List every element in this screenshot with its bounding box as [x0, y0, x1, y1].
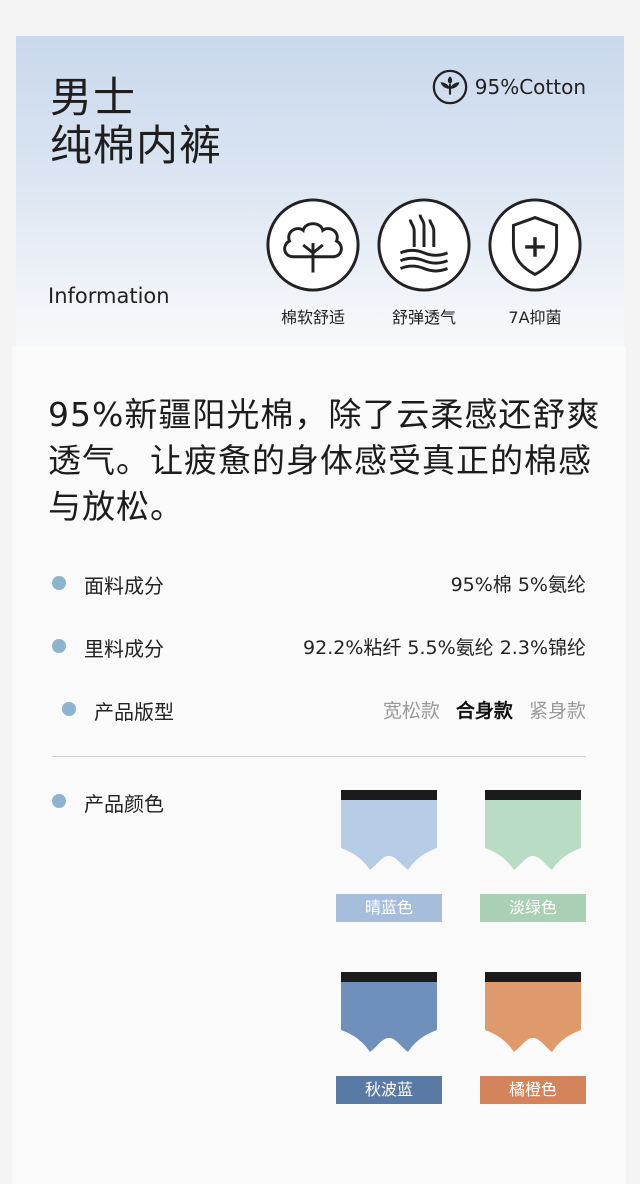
underwear-image	[341, 972, 437, 1052]
color-swatch-orange[interactable]: 橘橙色	[480, 968, 586, 1104]
feature-label: 7A抑菌	[508, 308, 562, 327]
cotton-badge-text: 95%Cotton	[474, 75, 586, 99]
section-divider	[52, 756, 586, 757]
information-label: Information	[48, 284, 170, 308]
title-line-1: 男士	[50, 73, 137, 122]
spec-row-fabric: 面料成分 95%棉 5%氨纶	[52, 570, 586, 600]
fit-options: 宽松款 合身款 紧身款	[373, 696, 586, 723]
shield-plus-icon	[488, 198, 582, 292]
spec-label: 面料成分	[84, 574, 164, 598]
bullet-dot	[52, 794, 66, 808]
underwear-body	[485, 978, 581, 1052]
fit-option-loose[interactable]: 宽松款	[383, 700, 440, 722]
color-swatch-sky-blue[interactable]: 晴蓝色	[336, 786, 442, 922]
spec-value: 95%棉 5%氨纶	[450, 574, 586, 596]
color-swatch-autumn-blue[interactable]: 秋波蓝	[336, 968, 442, 1104]
page-title: 男士 纯棉内裤	[50, 74, 222, 170]
feature-antibacterial: 7A抑菌	[486, 196, 584, 328]
cotton-badge: 95%Cotton	[431, 68, 586, 106]
underwear-image	[341, 790, 437, 870]
waistband	[485, 790, 581, 800]
colors-label: 产品颜色	[84, 792, 164, 816]
spec-label: 里料成分	[84, 637, 164, 661]
underwear-body	[485, 796, 581, 870]
underwear-body	[341, 796, 437, 870]
color-tag: 淡绿色	[480, 894, 586, 922]
fit-option-regular[interactable]: 合身款	[456, 700, 513, 722]
spec-row-fit: 产品版型 宽松款 合身款 紧身款	[52, 696, 586, 726]
color-swatch-light-green[interactable]: 淡绿色	[480, 786, 586, 922]
lead-text: 95%新疆阳光棉，除了云柔感还舒爽透气。让疲惫的身体感受真正的棉感与放松。	[48, 395, 601, 526]
waistband	[341, 972, 437, 982]
waistband	[485, 972, 581, 982]
cotton-flower-icon	[432, 69, 468, 105]
bullet-dot	[52, 576, 66, 590]
bullet-dot	[52, 639, 66, 653]
fit-option-slim[interactable]: 紧身款	[529, 700, 586, 722]
header-banner: 男士 纯棉内裤 95%Cotton 棉软舒适 舒弹透气 7A抑菌 Informa…	[16, 36, 624, 346]
spec-row-lining: 里料成分 92.2%粘纤 5.5%氨纶 2.3%锦纶	[52, 633, 586, 663]
cotton-plant-icon	[266, 198, 360, 292]
feature-elastic: 舒弹透气	[375, 196, 473, 328]
bullet-dot	[62, 702, 76, 716]
fit-label: 产品版型	[94, 700, 174, 724]
spec-value: 92.2%粘纤 5.5%氨纶 2.3%锦纶	[303, 637, 586, 659]
color-tag: 橘橙色	[480, 1076, 586, 1104]
feature-label: 舒弹透气	[391, 308, 456, 327]
product-detail-card: 95%新疆阳光棉，除了云柔感还舒爽透气。让疲惫的身体感受真正的棉感与放松。 面料…	[12, 346, 626, 1184]
underwear-image	[485, 790, 581, 870]
color-tag: 晴蓝色	[336, 894, 442, 922]
underwear-body	[341, 978, 437, 1052]
color-tag: 秋波蓝	[336, 1076, 442, 1104]
feature-soft: 棉软舒适	[264, 196, 362, 328]
waistband	[341, 790, 437, 800]
title-line-2: 纯棉内裤	[50, 121, 223, 170]
elastic-waves-icon	[377, 198, 471, 292]
underwear-image	[485, 972, 581, 1052]
feature-label: 棉软舒适	[280, 308, 345, 327]
